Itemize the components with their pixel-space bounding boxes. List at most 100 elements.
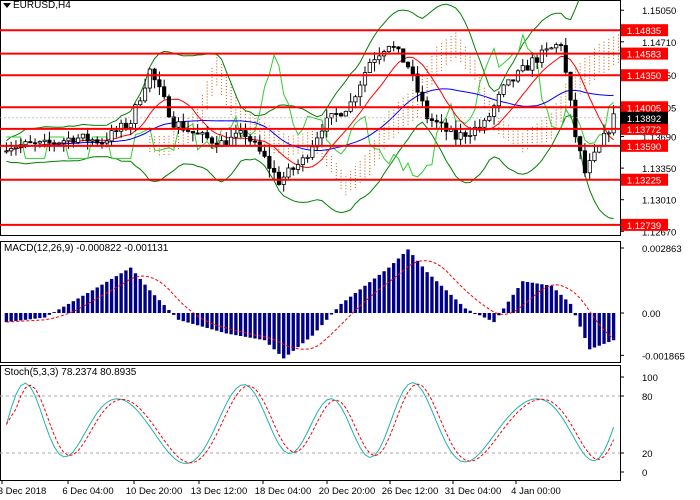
macd-histogram-bar <box>382 271 386 313</box>
cloud-dot <box>455 35 457 37</box>
cloud-dot <box>436 61 438 63</box>
cloud-dot <box>613 36 615 38</box>
cloud-dot <box>589 83 591 85</box>
cloud-dot <box>469 59 471 61</box>
macd-histogram-bar <box>167 309 171 313</box>
macd-histogram-bar <box>296 313 300 348</box>
cloud-dot <box>311 133 313 136</box>
cloud-dot <box>598 68 600 70</box>
cloud-dot <box>259 133 261 135</box>
candle-body <box>66 137 71 142</box>
cloud-dot <box>220 84 223 87</box>
cloud-dot <box>613 45 615 47</box>
macd-histogram-bar <box>473 313 477 314</box>
cloud-dot <box>393 118 395 120</box>
macd-histogram-bar <box>358 289 362 313</box>
cloud-dot <box>393 109 395 111</box>
macd-histogram-bar <box>435 281 439 313</box>
cloud-dot <box>149 138 151 141</box>
macd-histogram-bar <box>42 313 47 318</box>
cloud-dot <box>550 119 553 121</box>
cloud-dot <box>330 158 333 161</box>
cloud-dot <box>445 48 447 50</box>
cloud-dot <box>469 56 471 58</box>
candle-body <box>76 137 81 143</box>
cloud-dot <box>536 135 538 137</box>
cloud-dot <box>225 82 227 85</box>
cloud-dot <box>603 56 605 58</box>
macd-histogram-bar <box>38 313 42 319</box>
cloud-dot <box>364 173 366 175</box>
cloud-dot <box>397 120 400 122</box>
cloud-dot <box>388 114 390 116</box>
macd-histogram-bar <box>219 313 224 333</box>
cloud-dot <box>206 108 208 110</box>
cloud-dot <box>526 148 529 150</box>
cloud-dot <box>201 116 204 118</box>
cloud-dot <box>292 147 294 149</box>
cloud-dot <box>278 142 280 144</box>
cloud-dot <box>359 169 361 171</box>
cloud-dot <box>603 41 605 43</box>
macd-histogram-bar <box>492 313 496 323</box>
macd-histogram-bar <box>568 303 573 313</box>
cloud-dot <box>316 152 318 154</box>
cloud-dot <box>335 171 337 174</box>
cloud-dot <box>574 80 576 82</box>
cloud-dot <box>464 46 466 48</box>
cloud-dot <box>206 93 208 95</box>
cloud-dot <box>589 56 591 58</box>
candle-body <box>554 44 559 49</box>
cloud-dot <box>440 63 443 66</box>
macd-histogram-bar <box>224 313 229 334</box>
candle-body <box>329 113 334 119</box>
cloud-dot <box>163 138 165 141</box>
cloud-dot <box>350 171 352 173</box>
candle-body <box>42 139 47 142</box>
candle-body <box>23 141 28 146</box>
cloud-dot <box>340 172 342 174</box>
cloud-dot <box>225 88 227 91</box>
cloud-dot <box>560 102 562 104</box>
candle-body <box>147 68 152 89</box>
cloud-dot <box>407 111 409 113</box>
cloud-dot <box>225 103 227 106</box>
candle-body <box>9 148 14 152</box>
cloud-dot <box>369 156 371 158</box>
cloud-dot <box>598 44 600 46</box>
candle-body <box>80 133 85 139</box>
cloud-dot <box>455 56 457 58</box>
cloud-dot <box>225 97 227 100</box>
cloud-dot <box>359 160 361 162</box>
candle-body <box>13 146 19 149</box>
cloud-dot <box>201 122 204 124</box>
cloud-dot <box>550 131 553 133</box>
macd-tick-label: 0.00 <box>642 309 661 320</box>
candle-body <box>291 167 296 170</box>
candle-body <box>525 65 530 71</box>
cloud-dot <box>373 143 376 145</box>
candle-body <box>28 141 33 144</box>
cloud-dot <box>206 90 208 92</box>
cloud-dot <box>455 50 457 52</box>
cloud-dot <box>560 114 562 116</box>
cloud-dot <box>546 134 548 137</box>
cloud-dot <box>426 92 428 95</box>
cloud-dot <box>211 94 213 96</box>
cloud-dot <box>393 112 395 114</box>
macd-histogram-bar <box>320 313 324 326</box>
cloud-dot <box>321 152 323 155</box>
cloud-dot <box>474 78 476 80</box>
macd-histogram-bar <box>506 301 511 313</box>
candle-body <box>305 156 310 159</box>
cloud-dot <box>378 136 380 138</box>
macd-histogram-bar <box>368 282 372 313</box>
macd-histogram-bar <box>143 284 147 313</box>
candle-body <box>487 115 492 121</box>
cloud-dot <box>498 129 500 132</box>
macd-histogram-bar <box>549 285 554 313</box>
cloud-dot <box>574 83 576 85</box>
cloud-dot <box>460 60 462 62</box>
candle-body <box>200 132 205 135</box>
candle-body <box>142 87 148 102</box>
